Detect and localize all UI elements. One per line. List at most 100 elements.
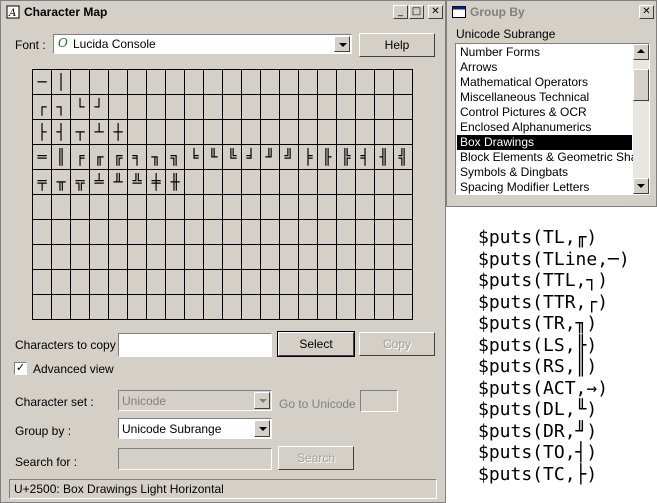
char-cell[interactable] — [185, 120, 204, 145]
group-by-list-item[interactable]: Enclosed Alphanumerics — [457, 120, 632, 135]
char-cell[interactable] — [337, 95, 356, 120]
char-cell[interactable] — [166, 195, 185, 220]
char-cell[interactable] — [223, 270, 242, 295]
char-cell[interactable] — [90, 195, 109, 220]
char-cell[interactable] — [166, 220, 185, 245]
char-cell[interactable] — [33, 270, 52, 295]
maximize-button[interactable]: □ — [409, 5, 424, 19]
char-cell[interactable] — [128, 95, 147, 120]
char-cell[interactable] — [394, 95, 413, 120]
char-cell[interactable] — [356, 270, 375, 295]
chevron-down-icon[interactable] — [254, 392, 270, 409]
char-cell[interactable] — [223, 95, 242, 120]
group-by-list-item[interactable]: Symbols & Dingbats — [457, 165, 632, 180]
char-cell[interactable]: ╙ — [204, 145, 223, 170]
char-cell[interactable] — [185, 195, 204, 220]
char-cell[interactable] — [147, 295, 166, 320]
chevron-down-icon[interactable] — [334, 36, 350, 52]
char-cell[interactable] — [166, 245, 185, 270]
char-cell[interactable] — [261, 220, 280, 245]
char-cell[interactable] — [242, 295, 261, 320]
char-cell[interactable] — [128, 195, 147, 220]
char-cell[interactable] — [90, 270, 109, 295]
char-cell[interactable] — [318, 170, 337, 195]
char-cell[interactable] — [147, 70, 166, 95]
char-cell[interactable] — [147, 245, 166, 270]
char-cell[interactable] — [375, 70, 394, 95]
char-cell[interactable] — [280, 220, 299, 245]
char-cell[interactable] — [299, 245, 318, 270]
char-cell[interactable] — [299, 95, 318, 120]
char-cell[interactable] — [337, 195, 356, 220]
char-cell[interactable] — [166, 270, 185, 295]
char-cell[interactable] — [394, 220, 413, 245]
group-by-list[interactable]: Number Forms Arrows Mathematical Operators… — [455, 43, 650, 195]
char-cell[interactable] — [261, 70, 280, 95]
char-cell[interactable] — [356, 170, 375, 195]
char-cell[interactable] — [90, 295, 109, 320]
char-cell[interactable] — [109, 245, 128, 270]
char-cell[interactable] — [147, 220, 166, 245]
char-cell[interactable] — [337, 170, 356, 195]
char-cell[interactable]: ╕ — [128, 145, 147, 170]
char-cell[interactable] — [71, 220, 90, 245]
group-by-list-item[interactable]: Spacing Modifier Letters — [457, 180, 632, 194]
char-cell[interactable]: ╣ — [394, 145, 413, 170]
char-cell[interactable] — [242, 245, 261, 270]
char-cell[interactable]: ╠ — [337, 145, 356, 170]
char-cell[interactable] — [261, 295, 280, 320]
char-cell[interactable] — [204, 70, 223, 95]
search-button[interactable]: Search — [278, 446, 354, 470]
char-cell[interactable] — [52, 270, 71, 295]
font-select[interactable]: O Lucida Console — [53, 34, 352, 54]
char-cell[interactable] — [242, 195, 261, 220]
char-cell[interactable]: ╪ — [147, 170, 166, 195]
char-cell[interactable] — [242, 220, 261, 245]
char-cell[interactable]: ╨ — [109, 170, 128, 195]
char-cell[interactable] — [223, 220, 242, 245]
char-cell[interactable] — [90, 245, 109, 270]
char-cell[interactable] — [185, 220, 204, 245]
char-cell[interactable] — [185, 170, 204, 195]
char-cell[interactable]: ┘ — [90, 95, 109, 120]
char-cell[interactable] — [147, 270, 166, 295]
char-cell[interactable] — [261, 120, 280, 145]
char-cell[interactable] — [204, 120, 223, 145]
char-cell[interactable]: ╚ — [223, 145, 242, 170]
char-cell[interactable] — [52, 220, 71, 245]
group-by-scrollbar[interactable] — [633, 44, 649, 194]
char-cell[interactable] — [375, 220, 394, 245]
char-cell[interactable] — [166, 95, 185, 120]
char-cell[interactable] — [223, 70, 242, 95]
char-cell[interactable] — [185, 295, 204, 320]
char-cell[interactable] — [261, 270, 280, 295]
char-cell[interactable] — [90, 70, 109, 95]
char-cell[interactable] — [147, 95, 166, 120]
character-set-select[interactable]: Unicode — [118, 390, 272, 411]
char-cell[interactable] — [280, 195, 299, 220]
char-cell[interactable] — [299, 120, 318, 145]
group-by-list-item[interactable]: Arrows — [457, 60, 632, 75]
char-cell[interactable]: ╘ — [185, 145, 204, 170]
char-cell[interactable] — [318, 70, 337, 95]
char-cell[interactable] — [71, 270, 90, 295]
char-cell[interactable] — [128, 220, 147, 245]
char-cell[interactable] — [242, 270, 261, 295]
char-cell[interactable] — [280, 70, 299, 95]
char-cell[interactable] — [299, 70, 318, 95]
char-cell[interactable] — [147, 120, 166, 145]
char-cell[interactable] — [223, 295, 242, 320]
char-cell[interactable] — [394, 170, 413, 195]
char-cell[interactable]: ╩ — [128, 170, 147, 195]
group-by-list-item[interactable]: Miscellaneous Technical — [457, 90, 632, 105]
scroll-down-button[interactable] — [633, 178, 649, 194]
char-cell[interactable] — [33, 245, 52, 270]
char-cell[interactable] — [204, 245, 223, 270]
char-cell[interactable] — [223, 195, 242, 220]
char-cell[interactable] — [109, 95, 128, 120]
char-cell[interactable] — [128, 120, 147, 145]
char-cell[interactable] — [109, 195, 128, 220]
char-cell[interactable]: ║ — [52, 145, 71, 170]
char-cell[interactable] — [52, 295, 71, 320]
char-cell[interactable] — [394, 70, 413, 95]
